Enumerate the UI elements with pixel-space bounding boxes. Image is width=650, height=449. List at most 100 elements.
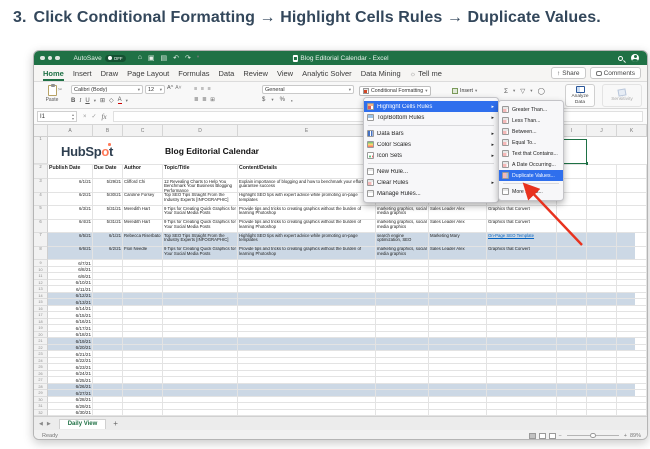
undo-icon[interactable]: ↶: [173, 54, 179, 62]
menu-item-manage-rules[interactable]: Manage Rules...: [364, 188, 498, 199]
menu-item-top-bottom-rules[interactable]: Top/Bottom Rules ▸: [364, 112, 498, 123]
underline-button[interactable]: U: [85, 98, 89, 104]
tab-analytic-solver[interactable]: Analytic Solver: [302, 67, 352, 80]
customize-toolbar-icon[interactable]: ▾: [197, 54, 199, 62]
font-name-select[interactable]: Calibri (Body) ▾: [71, 85, 143, 94]
cell-publish-date[interactable]: 6/5/21: [48, 233, 93, 247]
zoom-level[interactable]: 89%: [630, 433, 641, 439]
column-header-B[interactable]: B: [93, 125, 123, 137]
chevron-down-icon[interactable]: ▾: [94, 98, 96, 104]
paste-icon[interactable]: [47, 84, 57, 96]
cell-topic[interactable]: 9 Tips for Creating Quick Graphics for Y…: [163, 219, 238, 233]
number-format-select[interactable]: General ▾: [262, 85, 354, 94]
cell-empty[interactable]: [587, 246, 617, 260]
row-number[interactable]: 3: [34, 179, 48, 193]
cell-empty[interactable]: [557, 219, 587, 233]
align-icons-bottom[interactable]: ≣ ≣ ⊞: [194, 97, 216, 103]
menu-item-equal-to[interactable]: Equal To...: [499, 137, 563, 148]
cell-empty[interactable]: [587, 206, 617, 220]
cell-offer[interactable]: Graphics that Convert: [487, 246, 557, 260]
header-cell[interactable]: Content/Details: [238, 165, 376, 179]
print-icon[interactable]: ▤: [161, 54, 168, 62]
zoom-slider[interactable]: [566, 432, 619, 438]
menu-item-highlight-cells-rules[interactable]: Highlight Cells Rules ▸: [364, 101, 498, 112]
cell-empty[interactable]: [617, 192, 647, 206]
cell-author[interactable]: Clifford Chi: [123, 179, 163, 193]
cell-empty[interactable]: [617, 233, 647, 247]
sheet-tab-daily-view[interactable]: Daily View: [58, 418, 107, 429]
cell-author[interactable]: Flori Needle: [123, 246, 163, 260]
autosum-icon[interactable]: Σ: [504, 88, 508, 95]
menu-item-clear-rules[interactable]: Clear Rules ▸: [364, 177, 498, 188]
menu-item-new-rule[interactable]: New Rule...: [364, 166, 498, 177]
column-header-C[interactable]: C: [123, 125, 163, 137]
zoom-out-icon[interactable]: −: [559, 433, 562, 439]
cell-author[interactable]: Caroline Forsey: [123, 192, 163, 206]
grow-font-icon[interactable]: A^: [167, 85, 173, 94]
menu-item-between[interactable]: Between...: [499, 126, 563, 137]
align-icons-top[interactable]: ≡ ≡ ≡: [194, 86, 216, 92]
tab-view[interactable]: View: [277, 67, 293, 80]
menu-item-more-rules[interactable]: More Rules...: [499, 186, 563, 197]
prev-sheet-icon[interactable]: ◀: [39, 421, 43, 427]
cell-keywords[interactable]: marketing graphics, social media graphic…: [376, 246, 429, 260]
cell-keywords[interactable]: marketing graphics, social media graphic…: [376, 206, 429, 220]
cell-due-date[interactable]: 6/2/21: [93, 246, 123, 260]
shrink-font-icon[interactable]: A˅: [175, 85, 181, 94]
menu-item-a-date-occurring[interactable]: A Date Occurring...: [499, 159, 563, 170]
sensitivity-button[interactable]: Sensitivity: [602, 84, 642, 107]
cell-persona[interactable]: Marketing Mary: [429, 233, 487, 247]
menu-item-duplicate-values[interactable]: Duplicate Values...: [499, 170, 563, 181]
next-sheet-icon[interactable]: ▶: [47, 421, 51, 427]
tab-insert[interactable]: Insert: [73, 67, 92, 80]
tab-formulas[interactable]: Formulas: [178, 67, 209, 80]
column-header-E[interactable]: E: [238, 125, 376, 137]
chevron-down-icon[interactable]: ▾: [126, 98, 128, 104]
header-cell[interactable]: Topic/Title: [163, 165, 238, 179]
cell-publish-date[interactable]: 6/2/21: [48, 192, 93, 206]
header-cell[interactable]: Due Date: [93, 165, 123, 179]
row-number[interactable]: 6: [34, 219, 48, 233]
insert-function-icon[interactable]: fx: [102, 113, 107, 121]
cell-content[interactable]: Provide tips and tricks to creating grap…: [238, 246, 376, 260]
name-box[interactable]: I1 ▴ ▾: [37, 111, 77, 122]
italic-button[interactable]: I: [79, 98, 81, 104]
cell-offer[interactable]: Graphics that Convert: [487, 206, 557, 220]
zoom-window-button[interactable]: [55, 55, 60, 61]
row-number[interactable]: 5: [34, 206, 48, 220]
home-icon[interactable]: ⌂: [138, 54, 142, 62]
cell-content[interactable]: Highlight SEO tips with expert advice wh…: [238, 233, 376, 247]
cell-empty[interactable]: [587, 179, 617, 193]
cell-empty[interactable]: [617, 219, 647, 233]
cell-publish-date[interactable]: 6/3/21: [48, 206, 93, 220]
page-layout-view-button[interactable]: [538, 432, 546, 439]
tab-review[interactable]: Review: [243, 67, 268, 80]
comments-button[interactable]: Comments: [589, 67, 641, 79]
tab-data[interactable]: Data: [219, 67, 235, 80]
minimize-button[interactable]: [47, 55, 52, 61]
add-sheet-icon[interactable]: +: [113, 419, 118, 428]
cell-author[interactable]: Meredith Hart: [123, 219, 163, 233]
cell-empty[interactable]: [587, 219, 617, 233]
cell-publish-date[interactable]: 6/6/21: [48, 246, 93, 260]
header-cell[interactable]: Author: [123, 165, 163, 179]
menu-item-data-bars[interactable]: Data Bars ▸: [364, 128, 498, 139]
cell-content[interactable]: Highlight SEO tips with expert advice wh…: [238, 192, 376, 206]
row-number[interactable]: 8: [34, 246, 48, 260]
font-color-button[interactable]: A: [117, 97, 122, 104]
column-header-K[interactable]: K: [617, 125, 647, 137]
tab-tell-me[interactable]: ☼ Tell me: [410, 67, 442, 80]
enter-icon[interactable]: ✓: [92, 113, 97, 120]
row-number[interactable]: 7: [34, 233, 48, 247]
cell-author[interactable]: Rebecca Riserbato: [123, 233, 163, 247]
percent-button[interactable]: %: [280, 97, 285, 103]
find-select-icon[interactable]: ◯: [538, 87, 545, 95]
select-all-corner[interactable]: [34, 125, 48, 137]
font-size-select[interactable]: 12 ▾: [145, 85, 165, 94]
tab-home[interactable]: Home: [43, 67, 64, 81]
cell-empty[interactable]: [587, 192, 617, 206]
close-button[interactable]: [40, 55, 45, 61]
bold-button[interactable]: B: [71, 98, 75, 104]
tab-page-layout[interactable]: Page Layout: [127, 67, 169, 80]
save-icon[interactable]: ▣: [148, 54, 155, 62]
